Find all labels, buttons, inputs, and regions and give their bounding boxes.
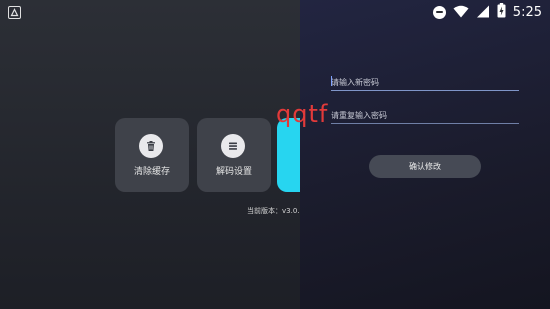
wifi-icon — [453, 3, 469, 22]
new-password-field-wrapper — [331, 70, 519, 93]
status-bar: 5:25 — [0, 0, 550, 24]
change-password-panel: 确认修改 — [300, 0, 550, 309]
clear-cache-label: 清除缓存 — [133, 167, 170, 177]
app-notification-icon — [8, 6, 21, 19]
decode-settings-button[interactable]: 解码设置 — [197, 118, 271, 192]
decode-settings-label: 解码设置 — [215, 167, 252, 177]
clear-cache-button[interactable]: 清除缓存 — [115, 118, 189, 192]
confirm-password-input[interactable] — [331, 105, 519, 126]
do-not-disturb-icon — [432, 5, 446, 19]
battery-charging-icon — [497, 2, 506, 22]
watermark: qqtf — [276, 100, 329, 128]
text-cursor — [331, 76, 332, 86]
confirm-password-field-wrapper — [331, 103, 519, 126]
cellular-signal-icon — [476, 3, 490, 22]
list-icon — [221, 134, 245, 158]
trash-icon — [139, 134, 163, 158]
status-time: 5:25 — [512, 4, 542, 20]
confirm-change-button[interactable]: 确认修改 — [369, 155, 481, 178]
new-password-input[interactable] — [331, 72, 519, 93]
